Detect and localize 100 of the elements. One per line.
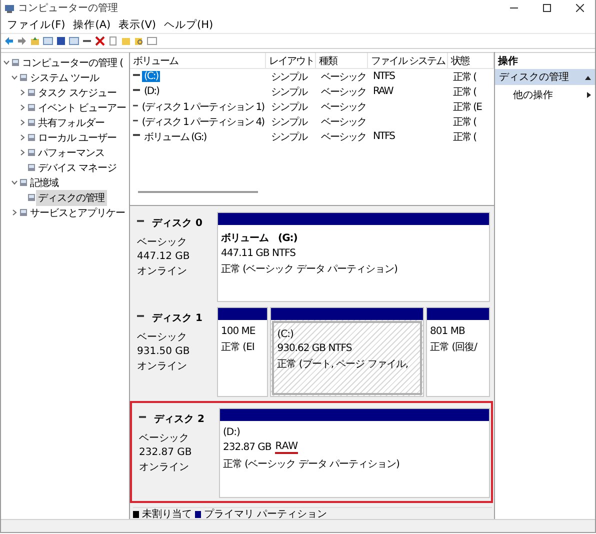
table-cell-text: 正常 ( (452, 116, 478, 128)
table-cell-text: 正常 ( (452, 86, 478, 98)
table-cell[interactable]: ボリューム (G:) (142, 130, 208, 144)
disk-size: 931.50 GB (137, 346, 191, 357)
tree-item[interactable]: デバイス マネージ (36, 160, 119, 176)
table-cell-text: シンプル (270, 130, 308, 144)
node-icon (19, 178, 28, 187)
maximize-icon[interactable] (543, 4, 551, 12)
partition-status: 正常 (ブート, ページ ファイル, (277, 358, 410, 371)
expand-chevron-icon[interactable] (18, 134, 26, 141)
tree-item[interactable]: 記憶域 (28, 174, 60, 190)
menu-item[interactable]: 操作(A) (73, 18, 111, 32)
disk-size: 447.12 GB (137, 251, 191, 262)
partition-name: ボリューム (G:) (221, 232, 298, 245)
tree-item[interactable]: タスク スケジュー (36, 84, 119, 100)
expand-chevron-icon[interactable] (18, 104, 26, 111)
node-icon (27, 133, 36, 142)
table-cell-text: RAW (372, 86, 394, 97)
menu-item[interactable]: 表示(V) (118, 18, 156, 32)
partition-status: 正常 (回復/ (430, 340, 478, 354)
tree-item[interactable]: パフォーマンス (36, 144, 106, 160)
back-arrow-icon[interactable] (4, 36, 14, 46)
column-header[interactable]: 種類 (316, 53, 368, 68)
folder-search-icon[interactable] (134, 36, 144, 46)
node-icon (19, 73, 28, 82)
node-icon (27, 88, 36, 97)
table-cell[interactable]: (ディスク 1 パーティション 4) (140, 114, 266, 128)
table-cell-text: NTFS (372, 131, 396, 142)
legend-label: プライマリ パーティション (204, 508, 328, 519)
tree-item[interactable]: サービスとアプリケー (28, 204, 127, 220)
column-header[interactable]: レイアウト (266, 53, 316, 68)
tree-item[interactable]: システム ツール (28, 70, 102, 86)
disk-name: ディスク 0 (152, 217, 202, 230)
table-cell-text: ベーシック (320, 86, 367, 98)
expand-chevron-icon[interactable] (10, 209, 18, 216)
expand-chevron-icon[interactable] (18, 89, 26, 96)
tree-item[interactable]: イベント ビューアー (36, 100, 128, 116)
disk-type: ベーシック (137, 236, 188, 249)
tree-item[interactable]: ディスクの管理 (36, 190, 106, 206)
partition-block[interactable]: ボリューム (G:) 447.11 GB NTFS 正常 (ベーシック データ パーティション) (217, 212, 490, 302)
collapse-icon[interactable] (585, 74, 591, 80)
partition-name: (C:) (277, 329, 294, 340)
table-cell[interactable]: (C:) (142, 71, 160, 82)
app-icon (4, 2, 15, 14)
column-header[interactable]: ファイル システム (368, 53, 448, 68)
disk-name: ディスク 2 (154, 413, 204, 426)
window-icon[interactable] (147, 36, 157, 46)
partition-size: 232.87 GB (223, 442, 272, 453)
partition-block[interactable]: 801 MB 正常 (回復/ (426, 307, 490, 397)
table-cell-text: ベーシック (320, 116, 367, 128)
expand-chevron-icon[interactable] (18, 119, 26, 126)
column-header[interactable]: ボリューム (130, 53, 266, 68)
collapse-chevron-icon[interactable] (2, 59, 10, 66)
collapse-chevron-icon[interactable] (10, 179, 18, 186)
disk-status: オンライン (137, 265, 188, 278)
panel-icon[interactable] (69, 36, 79, 46)
table-cell[interactable]: (D:) (142, 86, 161, 97)
table-cell-text: ベーシック (320, 70, 367, 84)
expand-chevron-icon[interactable] (18, 149, 26, 156)
column-header[interactable]: 状態 (448, 53, 494, 68)
partition-header-bar (427, 308, 490, 320)
table-cell-text: 正常 (E (452, 100, 483, 114)
actions-title: 操作 (496, 54, 519, 69)
tree-item[interactable]: コンピューターの管理 ( (20, 54, 126, 70)
action-item[interactable]: 他の操作 (513, 88, 553, 102)
disk-status: オンライン (137, 360, 188, 373)
collapse-chevron-icon[interactable] (10, 74, 18, 81)
partition-name: (D:) (223, 427, 241, 438)
close-icon[interactable] (576, 4, 584, 12)
partition-status: 正常 (ベーシック データ パーティション) (223, 458, 400, 471)
actions-section[interactable]: ディスクの管理 (495, 69, 595, 85)
partition-block[interactable]: 100 ME 正常 (EI (217, 307, 268, 397)
disk-size: 232.87 GB (139, 447, 193, 458)
submenu-arrow-icon[interactable] (587, 92, 591, 98)
folder-up-icon[interactable] (30, 36, 40, 46)
partition-block[interactable]: (C:) 930.62 GB NTFS 正常 (ブート, ページ ファイル, (270, 307, 424, 397)
disk-type: ベーシック (137, 331, 188, 344)
menu-item[interactable]: ファイル(F) (7, 18, 66, 32)
node-icon (27, 193, 36, 202)
table-cell-text: NTFS (372, 71, 396, 82)
table-cell-text: ベーシック (320, 100, 367, 114)
node-icon (27, 163, 36, 172)
delete-icon[interactable] (95, 36, 105, 46)
partition-block[interactable]: (D:) 232.87 GB RAW 正常 (ベーシック データ パーティション) (219, 408, 490, 498)
panel-icon[interactable] (43, 36, 53, 46)
table-cell[interactable]: (ディスク 1 パーティション 1) (140, 100, 266, 114)
partition-status: 正常 (ベーシック データ パーティション) (221, 262, 398, 276)
table-cell-text: シンプル (270, 86, 308, 98)
tree-item[interactable]: 共有フォルダー (36, 114, 106, 130)
forward-arrow-icon[interactable] (17, 36, 27, 46)
partition-size: 447.11 GB NTFS (221, 248, 296, 259)
partition-size: 930.62 GB NTFS (277, 343, 353, 354)
disk-type: ベーシック (139, 432, 190, 445)
file-system-label: RAW (275, 441, 298, 454)
node-icon (27, 148, 36, 157)
menu-item[interactable]: ヘルプ(H) (164, 18, 214, 32)
node-icon (11, 58, 20, 67)
node-icon (27, 103, 36, 112)
tree-item[interactable]: ローカル ユーザー (36, 130, 119, 146)
partition-size: 801 MB (430, 326, 466, 337)
